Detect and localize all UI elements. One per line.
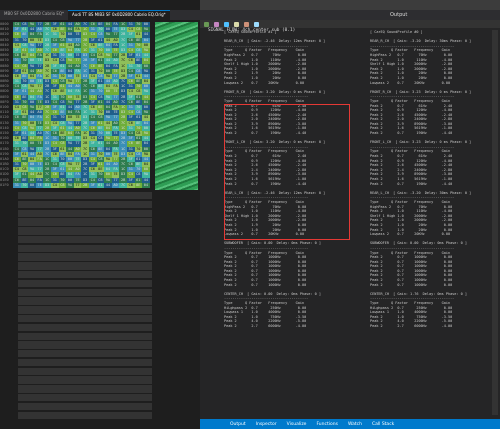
- settings-icon[interactable]: [254, 21, 259, 27]
- hex-cell[interactable]: A0: [111, 182, 120, 188]
- clear-icon[interactable]: [244, 21, 249, 27]
- filter-line: Lowpass 2 0.7 20KHz 0.00: [224, 80, 305, 85]
- hex-cell[interactable]: 44: [104, 182, 112, 188]
- filter-line: Lowpass 2 0.7 20KHz 0.00: [370, 80, 451, 85]
- hex-cell[interactable]: 8E: [134, 182, 143, 188]
- empty-row: [18, 367, 152, 376]
- hex-address: 01F0: [0, 182, 9, 187]
- filter-line: Peak 2 0.7 190Hz -4.40: [370, 181, 453, 186]
- channel-section: FRONT_L_CH [ Gain: 3.23 Delay: 0 ms Phas…: [370, 140, 500, 186]
- hex-cell[interactable]: 7C: [119, 182, 127, 188]
- empty-row: [18, 341, 152, 349]
- empty-row: [18, 385, 152, 393]
- hex-cell[interactable]: 77: [73, 182, 82, 188]
- hex-row: 01F0 31 70 00 7E D3 C4 C8 9A 77 2B 3F 61 44 A0 7C C6 8E 04: [0, 182, 155, 188]
- empty-row: [18, 306, 152, 314]
- tab-original[interactable]: MB0 SF 0x0D2800 Cabrio EQ*: [0, 10, 68, 20]
- status-tab-functions[interactable]: Functions: [316, 422, 338, 427]
- hex-cell[interactable]: 04: [142, 182, 150, 188]
- empty-row: [18, 393, 152, 402]
- empty-row: [18, 271, 152, 279]
- output-scrollbar[interactable]: [492, 30, 498, 415]
- channel-section: REAR_R_CH [ Gain: -3.20 Delay: 30ms Phas…: [370, 39, 500, 85]
- filter-line: Peak 2 0.7 1000Hz 0.00: [370, 282, 453, 287]
- output-title: Output: [200, 10, 500, 20]
- empty-row: [18, 218, 152, 226]
- hex-cell[interactable]: C8: [58, 182, 67, 188]
- status-tab-callstack[interactable]: Call Stack: [372, 422, 394, 427]
- empty-row: [18, 253, 152, 261]
- filter-line: Lowpass 2 0.7 20KHz 0.00: [370, 232, 451, 237]
- channel-section: CENTER_CH [ Gain: 0.00 Delay: 0ms Phase:…: [224, 292, 364, 329]
- filter-line: Peak 2 0.7 190Hz -4.40: [370, 131, 453, 136]
- stop-icon[interactable]: [214, 21, 219, 27]
- empty-row: [18, 262, 152, 270]
- empty-row: [18, 192, 152, 200]
- status-tab-inspector[interactable]: Inspector: [256, 422, 277, 427]
- channel-section: SUBWOOFER [ Gain: 0.00 Delay: 0ms Phase:…: [370, 241, 500, 287]
- empty-row: [18, 297, 152, 305]
- empty-row: [18, 200, 152, 209]
- hex-editor-pane: MB0 SF 0x0D2800 Cabrio EQ* Audi TT 8S MI…: [0, 0, 200, 429]
- empty-row: [18, 323, 152, 332]
- hex-cell[interactable]: 70: [20, 182, 29, 188]
- tab-active[interactable]: Audi TT 8S MIB3 SF 0x0D2800 Cabrio EQ.Or…: [68, 10, 170, 20]
- status-tab-visualize[interactable]: Visualize: [287, 422, 307, 427]
- empty-row: [18, 235, 152, 244]
- channel-section: REAR_R_CH [ Gain: -2.46 Delay: 12ms Phas…: [224, 39, 364, 85]
- highlight-box: [224, 104, 350, 240]
- empty-row: [18, 376, 152, 384]
- empty-row: [18, 332, 152, 340]
- hex-cell[interactable]: C6: [126, 182, 135, 188]
- channel-section: FRONT_R_CH [ Gain: 3.23 Delay: 0 ms Phas…: [370, 90, 500, 136]
- profile-0-output: [ CarEQ SoundProfile #0 ] REAR_R_CH [ Gai…: [370, 30, 500, 333]
- hex-cell[interactable]: C4: [50, 182, 59, 188]
- channel-section: [ CarEQ SoundProfile #0 ]: [370, 30, 500, 35]
- status-tab-watch[interactable]: Watch: [348, 422, 362, 427]
- hex-cell[interactable]: 7E: [35, 182, 44, 188]
- channel-header: [ CarEQ SoundProfile #0 ]: [370, 30, 423, 34]
- editor-tabs: MB0 SF 0x0D2800 Cabrio EQ* Audi TT 8S MI…: [0, 10, 200, 20]
- empty-row: [18, 358, 152, 367]
- channel-header: [ CarEQ SoundProfile #1 ]: [224, 30, 277, 34]
- hex-cell[interactable]: 9A: [66, 182, 74, 188]
- empty-row: [18, 288, 152, 296]
- channel-section: SUBWOOFER [ Gain: 0.00 Delay: 0ms Phase:…: [224, 241, 364, 287]
- empty-row: [18, 227, 152, 235]
- step-icon[interactable]: [224, 21, 229, 27]
- empty-row: [18, 402, 152, 411]
- play-icon[interactable]: [204, 21, 209, 27]
- empty-row: [18, 314, 152, 323]
- byte-visualization: [155, 22, 198, 190]
- hex-grid[interactable]: 0000 C4 C8 9A 77 2B 3F 61 44 A0 7C C6 8E 04 FA 1C 31 70 00…: [0, 22, 155, 190]
- hex-cell[interactable]: D3: [43, 182, 51, 188]
- hex-cell[interactable]: 2B: [81, 182, 89, 188]
- filter-line: Peak 2 2.7 6000Hz -4.00: [370, 324, 453, 328]
- empty-row: [18, 244, 152, 253]
- channel-section: CENTER_CH [ Gain: 1.76 Delay: 0ms Phase:…: [370, 292, 500, 329]
- status-tab-output[interactable]: Output: [230, 422, 246, 427]
- filter-line: Peak 2 0.7 1000Hz 0.00: [224, 282, 307, 287]
- hex-cell[interactable]: 31: [13, 182, 21, 188]
- filter-line: Peak 2 2.7 6000Hz -4.00: [224, 324, 307, 328]
- empty-rows: [0, 192, 200, 429]
- empty-row: [18, 350, 152, 358]
- status-tabs: Output Inspector Visualize Functions Wat…: [200, 419, 500, 429]
- breakpoint-icon[interactable]: [234, 21, 239, 27]
- channel-section: [ CarEQ SoundProfile #1 ]: [224, 30, 364, 35]
- hex-cell[interactable]: 00: [28, 182, 36, 188]
- hex-cell[interactable]: 61: [96, 182, 105, 188]
- hex-cell[interactable]: 3F: [88, 182, 97, 188]
- output-toolbar: [200, 20, 500, 28]
- channel-section: REAR_L_CH [ Gain: -3.20 Delay: 30ms Phas…: [370, 191, 500, 237]
- empty-row: [18, 209, 152, 217]
- empty-row: [18, 279, 152, 288]
- empty-row: [18, 411, 152, 419]
